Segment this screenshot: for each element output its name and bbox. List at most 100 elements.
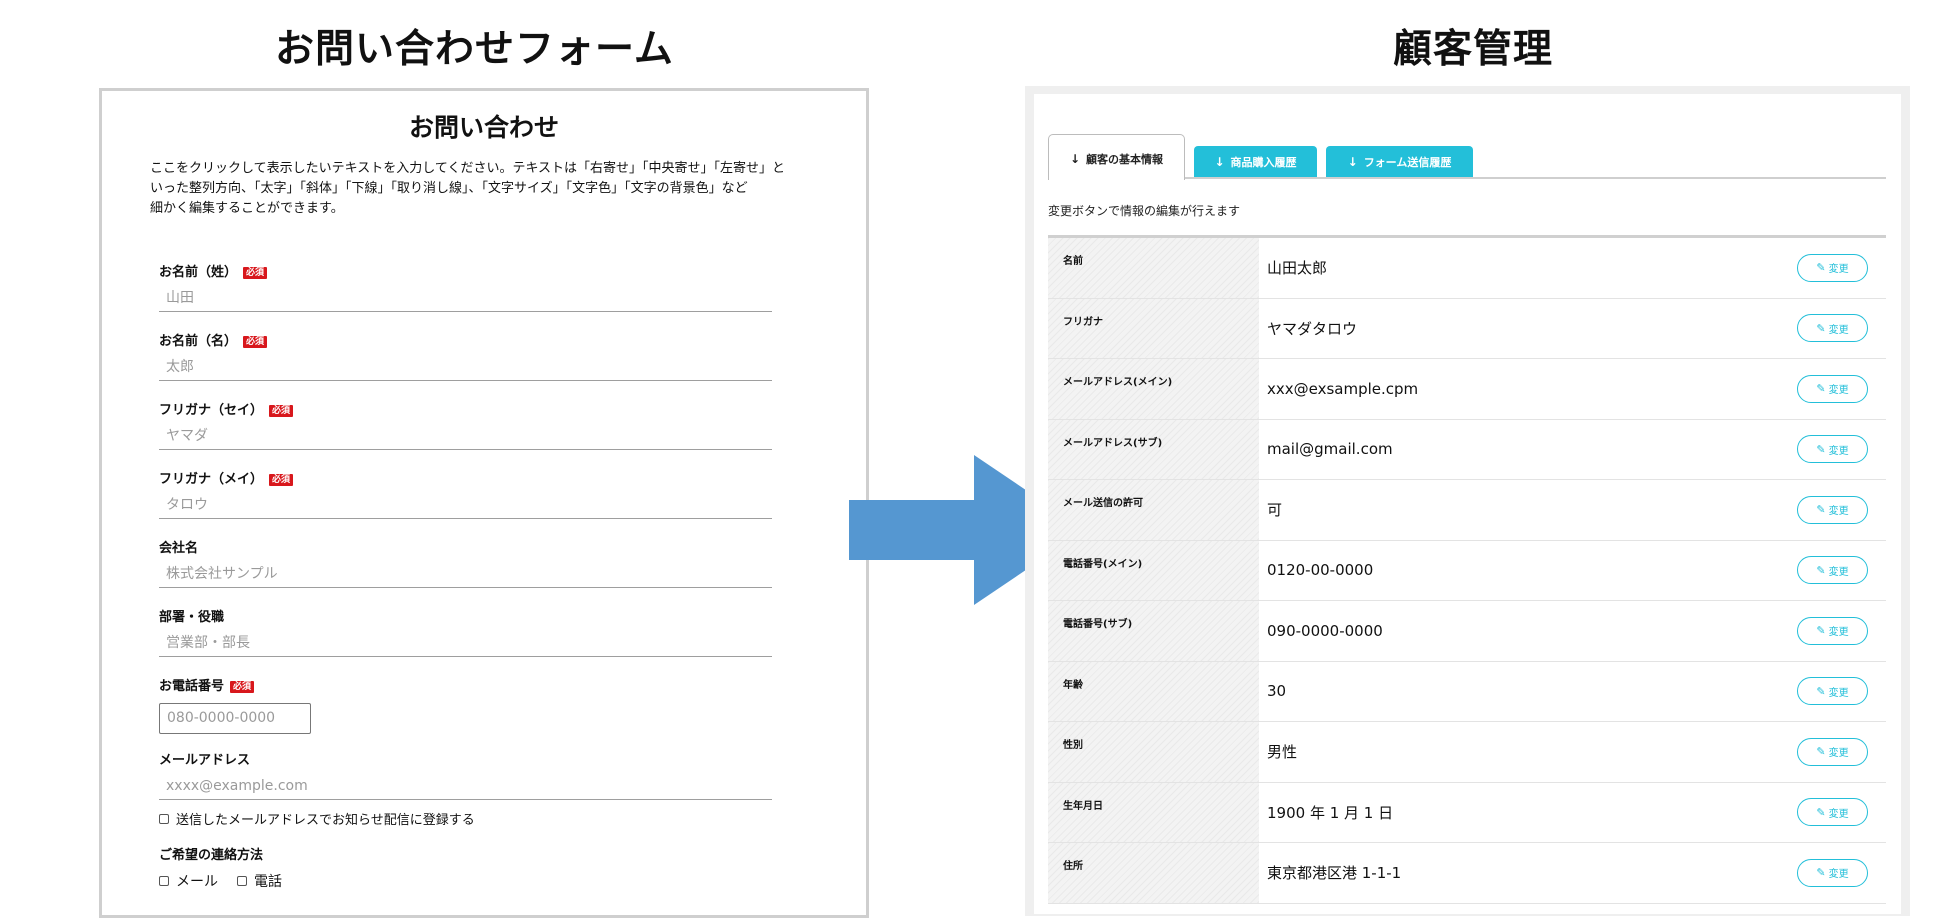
last-name-input[interactable]: 山田 <box>159 286 772 312</box>
form-heading: お問い合わせ <box>408 113 559 142</box>
first-name-kana-field: フリガナ（メイ） 必須 タロウ <box>159 471 772 519</box>
field-label: 部署・役職 <box>159 610 225 625</box>
edit-label: 変更 <box>1828 566 1849 578</box>
department-field: 部署・役職 営業部・部長 <box>159 609 772 657</box>
required-badge: 必須 <box>269 474 294 486</box>
pencil-square-icon: ✎ <box>1816 503 1826 517</box>
table-row: メールアドレス(メイン) xxx@exsample.cpm ✎ 変更 <box>1048 359 1886 420</box>
edit-button[interactable]: ✎ 変更 <box>1797 858 1868 887</box>
pencil-square-icon: ✎ <box>1816 684 1826 698</box>
edit-label: 変更 <box>1828 324 1849 336</box>
edit-label: 変更 <box>1828 264 1849 276</box>
phone-input[interactable]: 080-0000-0000 <box>159 703 311 734</box>
field-label: お名前（名） <box>159 334 238 349</box>
edit-note: 変更ボタンで情報の編集が行えます <box>1048 204 1241 218</box>
contact-form: お問い合わせ ここをクリックして表示したいテキストを入力してください。テキストは… <box>99 88 869 918</box>
edit-label: 変更 <box>1828 687 1849 699</box>
row-value: 山田太郎 <box>1267 259 1328 278</box>
row-value: ヤマダタロウ <box>1267 319 1358 338</box>
phone-field: お電話番号 必須 080-0000-0000 <box>159 678 772 734</box>
required-badge: 必須 <box>243 267 268 279</box>
form-description-line: ここをクリックして表示したいテキストを入力してください。テキストは「右寄せ」「中… <box>150 161 786 176</box>
edit-button[interactable]: ✎ 変更 <box>1797 435 1868 464</box>
edit-button[interactable]: ✎ 変更 <box>1797 495 1868 524</box>
company-input[interactable]: 株式会社サンプル <box>159 562 772 588</box>
arrow-down-icon: ↓ <box>1214 155 1225 169</box>
table-row: 性別 男性 ✎ 変更 <box>1048 722 1886 783</box>
tab-label: 商品購入履歴 <box>1230 156 1297 169</box>
required-badge: 必須 <box>269 405 294 417</box>
edit-label: 変更 <box>1828 445 1849 457</box>
email-input[interactable]: xxxx@example.com <box>159 774 772 800</box>
first-name-field: お名前（名） 必須 太郎 <box>159 333 772 381</box>
table-row: フリガナ ヤマダタロウ ✎ 変更 <box>1048 298 1886 359</box>
row-value: 0120-00-0000 <box>1267 561 1374 580</box>
table-row: 住所 東京都港区港 1-1-1 ✎ 変更 <box>1048 843 1886 904</box>
edit-button[interactable]: ✎ 変更 <box>1797 737 1868 766</box>
edit-label: 変更 <box>1828 627 1849 639</box>
form-description-line: いった整列方向、「太字」「斜体」「下線」「取り消し線」、「文字サイズ」「文字色」… <box>150 181 748 196</box>
required-badge: 必須 <box>230 681 255 693</box>
tab-basic-info[interactable]: ↓ 顧客の基本情報 <box>1048 134 1185 180</box>
row-key: 年齢 <box>1048 661 1259 721</box>
contact-email-checkbox[interactable] <box>159 876 169 886</box>
department-input[interactable]: 営業部・部長 <box>159 631 772 657</box>
pencil-square-icon: ✎ <box>1816 442 1826 456</box>
edit-label: 変更 <box>1828 808 1849 820</box>
contact-phone-checkbox[interactable] <box>237 876 247 886</box>
last-name-kana-input[interactable]: ヤマダ <box>159 424 772 450</box>
table-row: 電話番号(メイン) 0120-00-0000 ✎ 変更 <box>1048 540 1886 601</box>
pencil-square-icon: ✎ <box>1816 624 1826 638</box>
pencil-square-icon: ✎ <box>1816 261 1826 275</box>
edit-button[interactable]: ✎ 変更 <box>1797 374 1868 403</box>
edit-button[interactable]: ✎ 変更 <box>1797 616 1868 645</box>
edit-button[interactable]: ✎ 変更 <box>1797 798 1868 827</box>
edit-label: 変更 <box>1828 506 1849 518</box>
row-key: フリガナ <box>1048 298 1259 358</box>
row-value: 男性 <box>1267 743 1298 762</box>
arrow-down-icon: ↓ <box>1069 151 1081 166</box>
table-row: 名前 山田太郎 ✎ 変更 <box>1048 238 1886 299</box>
form-description: ここをクリックして表示したいテキストを入力してください。テキストは「右寄せ」「中… <box>150 159 790 219</box>
field-label: メールアドレス <box>159 753 251 768</box>
pencil-square-icon: ✎ <box>1816 866 1826 880</box>
tab-form-history[interactable]: ↓ フォーム送信履歴 <box>1326 146 1473 178</box>
last-name-kana-field: フリガナ（セイ） 必須 ヤマダ <box>159 402 772 450</box>
tab-label: 顧客の基本情報 <box>1086 152 1164 166</box>
customer-info-table: 名前 山田太郎 ✎ 変更 フリガナ ヤマダタロウ ✎ 変更 メールアドレス(メイン)… <box>1048 235 1886 904</box>
table-row: メールアドレス(サブ) mail@gmail.com ✎ 変更 <box>1048 419 1886 480</box>
newsletter-checkbox-row[interactable]: 送信したメールアドレスでお知らせ配信に登録する <box>159 809 475 828</box>
contact-option-email[interactable]: メール <box>159 871 218 891</box>
contact-option-phone[interactable]: 電話 <box>237 871 282 891</box>
edit-button[interactable]: ✎ 変更 <box>1797 556 1868 585</box>
row-value: 090-0000-0000 <box>1267 621 1383 640</box>
row-key: メール送信の許可 <box>1048 480 1259 540</box>
row-key: 電話番号(サブ) <box>1048 601 1259 661</box>
field-label: お電話番号 <box>159 679 225 694</box>
pencil-square-icon: ✎ <box>1816 745 1826 759</box>
tab-purchase-history[interactable]: ↓ 商品購入履歴 <box>1194 146 1317 178</box>
first-name-kana-input[interactable]: タロウ <box>159 493 772 519</box>
edit-button[interactable]: ✎ 変更 <box>1797 314 1868 343</box>
company-field: 会社名 株式会社サンプル <box>159 540 772 588</box>
row-value: xxx@exsample.cpm <box>1267 379 1419 398</box>
required-badge: 必須 <box>243 336 268 348</box>
field-label: 会社名 <box>159 541 199 556</box>
tab-label: フォーム送信履歴 <box>1363 156 1452 169</box>
first-name-input[interactable]: 太郎 <box>159 355 772 381</box>
newsletter-checkbox[interactable] <box>159 813 169 824</box>
form-description-line: 細かく編集することができます。 <box>150 201 344 216</box>
last-name-field: お名前（姓） 必須 山田 <box>159 264 772 312</box>
edit-button[interactable]: ✎ 変更 <box>1797 677 1868 706</box>
table-row: メール送信の許可 可 ✎ 変更 <box>1048 480 1886 541</box>
field-label: フリガナ（メイ） <box>159 472 264 487</box>
row-value: 東京都港区港 1-1-1 <box>1267 864 1402 883</box>
right-section-title: 顧客管理 <box>1393 27 1554 72</box>
pencil-square-icon: ✎ <box>1816 805 1826 819</box>
field-label: お名前（姓） <box>159 265 238 280</box>
contact-option-label: メール <box>176 874 218 890</box>
pencil-square-icon: ✎ <box>1816 563 1826 577</box>
row-value: mail@gmail.com <box>1267 440 1393 459</box>
edit-button[interactable]: ✎ 変更 <box>1797 253 1868 282</box>
pencil-square-icon: ✎ <box>1816 321 1826 335</box>
